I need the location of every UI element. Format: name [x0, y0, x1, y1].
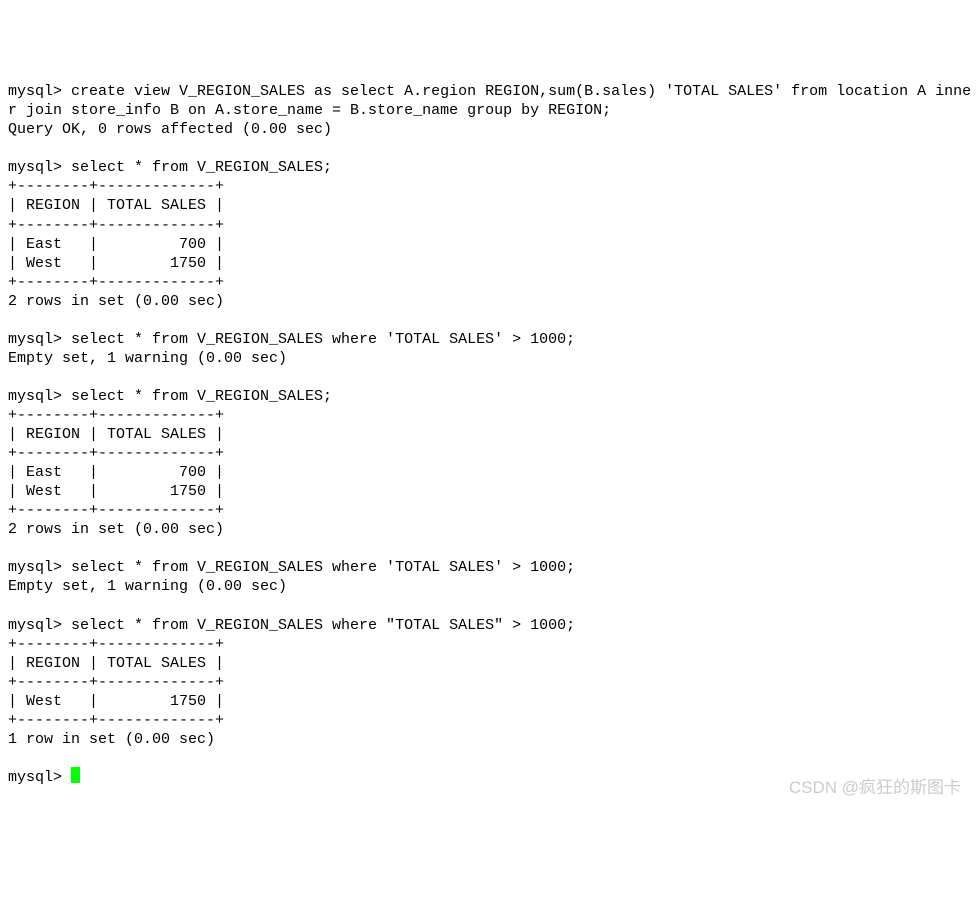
- terminal-line: +--------+-------------+: [8, 502, 224, 519]
- terminal-line: | REGION | TOTAL SALES |: [8, 197, 224, 214]
- terminal-line: mysql> select * from V_REGION_SALES;: [8, 388, 332, 405]
- terminal-line: 2 rows in set (0.00 sec): [8, 521, 224, 538]
- terminal-line: 2 rows in set (0.00 sec): [8, 293, 224, 310]
- terminal-line: 1 row in set (0.00 sec): [8, 731, 215, 748]
- terminal-line: mysql> create view V_REGION_SALES as sel…: [8, 83, 971, 100]
- terminal-line: mysql> select * from V_REGION_SALES;: [8, 159, 332, 176]
- terminal-line: +--------+-------------+: [8, 636, 224, 653]
- cursor-icon: [71, 767, 80, 783]
- terminal-line: +--------+-------------+: [8, 274, 224, 291]
- terminal-line: | REGION | TOTAL SALES |: [8, 655, 224, 672]
- terminal-line: +--------+-------------+: [8, 712, 224, 729]
- terminal-line: | West | 1750 |: [8, 255, 224, 272]
- terminal-line: | East | 700 |: [8, 236, 224, 253]
- terminal-output[interactable]: mysql> create view V_REGION_SALES as sel…: [8, 82, 971, 787]
- terminal-line: +--------+-------------+: [8, 178, 224, 195]
- terminal-line: | East | 700 |: [8, 464, 224, 481]
- terminal-line: Empty set, 1 warning (0.00 sec): [8, 350, 287, 367]
- terminal-line: mysql> select * from V_REGION_SALES wher…: [8, 559, 575, 576]
- terminal-line: +--------+-------------+: [8, 217, 224, 234]
- terminal-line: r join store_info B on A.store_name = B.…: [8, 102, 611, 119]
- terminal-line: | West | 1750 |: [8, 693, 224, 710]
- terminal-line: mysql> select * from V_REGION_SALES wher…: [8, 331, 575, 348]
- prompt-line[interactable]: mysql>: [8, 769, 71, 786]
- terminal-line: | REGION | TOTAL SALES |: [8, 426, 224, 443]
- terminal-line: Empty set, 1 warning (0.00 sec): [8, 578, 287, 595]
- terminal-line: Query OK, 0 rows affected (0.00 sec): [8, 121, 332, 138]
- terminal-line: +--------+-------------+: [8, 674, 224, 691]
- terminal-line: | West | 1750 |: [8, 483, 224, 500]
- terminal-line: +--------+-------------+: [8, 445, 224, 462]
- terminal-line: mysql> select * from V_REGION_SALES wher…: [8, 617, 575, 634]
- watermark-text: CSDN @疯狂的斯图卡: [789, 777, 961, 799]
- terminal-line: +--------+-------------+: [8, 407, 224, 424]
